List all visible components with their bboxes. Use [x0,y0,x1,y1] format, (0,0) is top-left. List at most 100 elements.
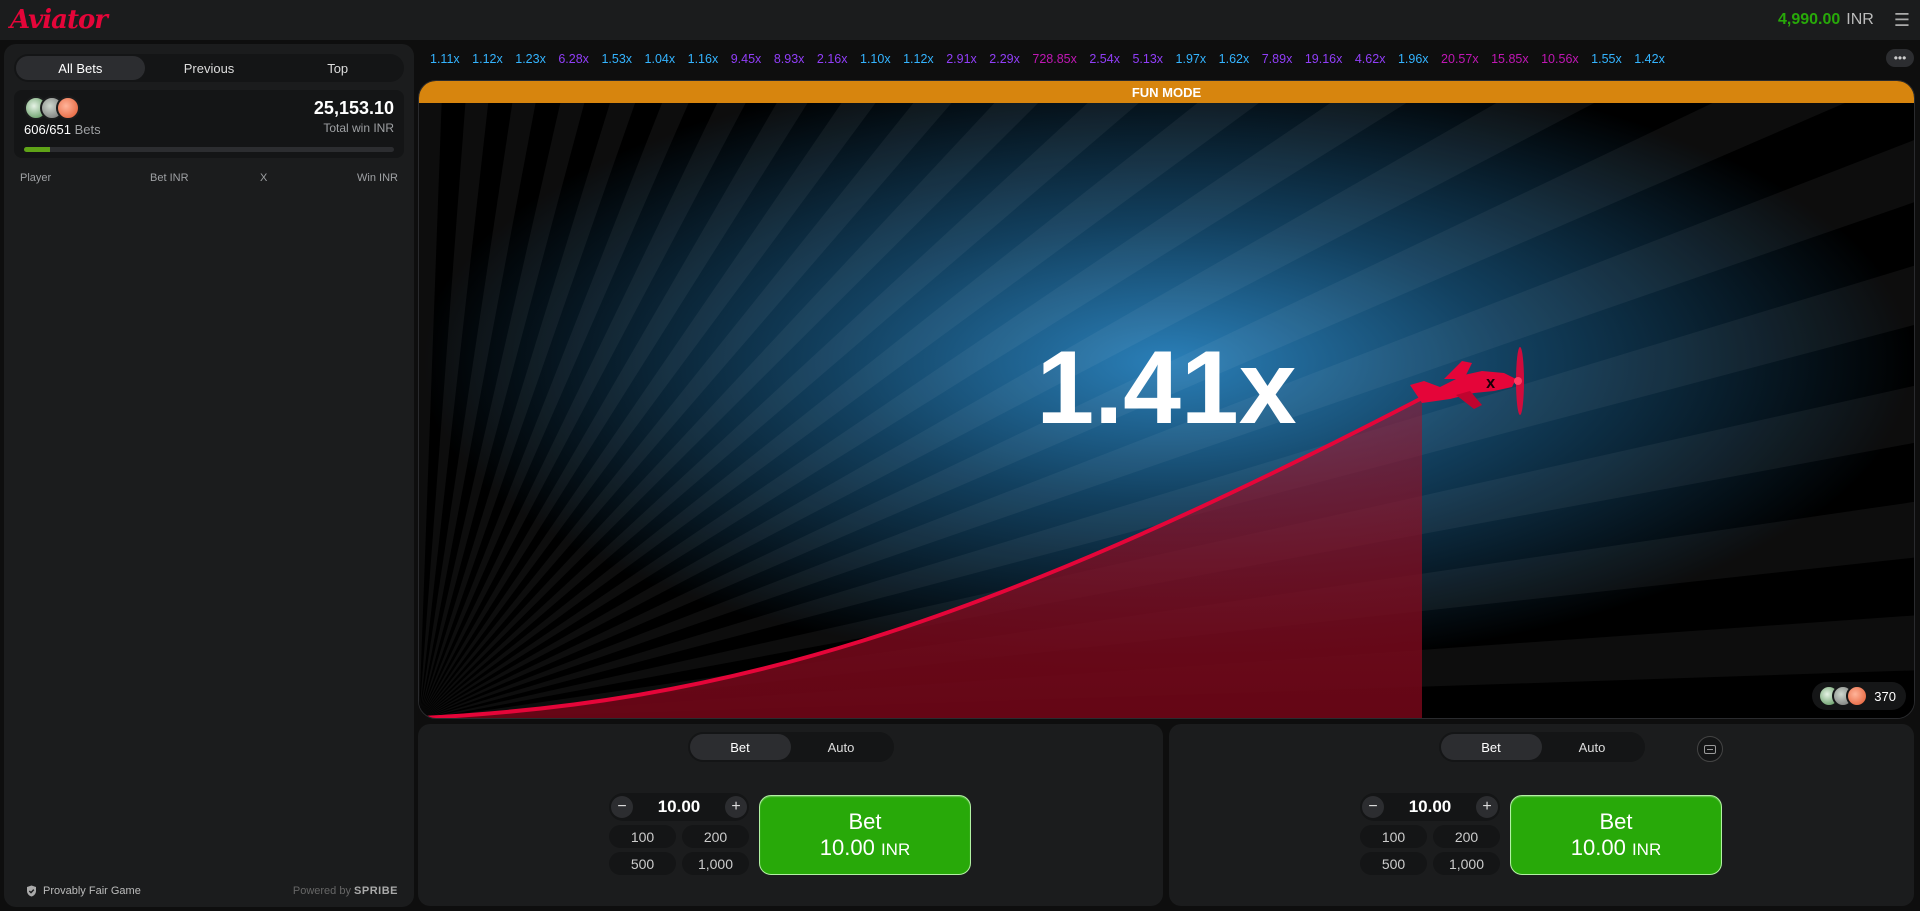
fun-mode-banner: FUN MODE [419,81,1914,103]
tab-previous[interactable]: Previous [145,56,274,80]
bet-button-value: 10.00 [819,835,875,860]
history-multiplier[interactable]: 1.55x [1591,52,1622,66]
history-multiplier[interactable]: 19.16x [1305,52,1343,66]
stake-control: − 10.00 + 100 200 500 1,000 [1360,793,1500,875]
top-bar: Aviator 4,990.00 INR ☰ [0,0,1920,40]
tab-all-bets[interactable]: All Bets [16,56,145,80]
balance-display: 4,990.00 INR ☰ [1778,10,1910,31]
bets-tabs: All Bets Previous Top [14,54,404,82]
history-multiplier[interactable]: 1.23x [515,52,546,66]
minus-icon[interactable]: − [1362,796,1384,818]
minus-icon[interactable]: − [611,796,633,818]
stake-value[interactable]: 10.00 [1409,797,1452,817]
history-multiplier[interactable]: 1.96x [1398,52,1429,66]
bets-count-value: 606/651 [24,122,71,137]
current-multiplier: 1.41x [1036,330,1297,446]
remove-panel-button[interactable] [1697,736,1723,762]
minus-box-icon [1704,744,1716,754]
plus-icon[interactable]: + [724,796,747,818]
bets-table-header: Player Bet INR X Win INR [14,172,404,184]
history-multiplier[interactable]: 6.28x [558,52,589,66]
bet-button-title: Bet [848,809,882,834]
bet-button-title: Bet [1599,809,1633,834]
total-win: 25,153.10 Total win INR [314,98,394,135]
shield-check-icon [27,885,36,897]
history-multiplier[interactable]: 1.11x [430,52,460,66]
provably-fair-link[interactable]: Provably Fair Game [26,885,141,897]
bet-button-amount: 10.00 INR [820,835,910,861]
bets-progress-fill [24,147,50,152]
history-multiplier[interactable]: 2.54x [1089,52,1120,66]
bets-summary: 606/651 Bets 25,153.10 Total win INR [14,90,404,158]
history-multiplier[interactable]: 10.56x [1541,52,1579,66]
bet-button-value: 10.00 [1570,835,1626,860]
col-win: Win INR [357,172,398,184]
hamburger-menu-icon[interactable]: ☰ [1894,10,1910,31]
history-multiplier[interactable]: 1.53x [601,52,632,66]
col-bet: Bet INR [150,172,189,184]
bet-button-currency: INR [1631,840,1662,859]
powered-by-label: Powered by [292,885,351,897]
tab-auto[interactable]: Auto [791,734,892,760]
players-count: 370 [1874,688,1896,704]
place-bet-button[interactable]: Bet 10.00 INR [759,795,971,875]
history-multiplier[interactable]: 9.45x [731,52,762,66]
history-multiplier[interactable]: 1.16x [688,52,719,66]
tab-bet[interactable]: Bet [1440,734,1542,760]
quick-stake-1000[interactable]: 1,000 [682,852,749,875]
tab-auto[interactable]: Auto [1542,734,1643,760]
history-multiplier[interactable]: 1.12x [472,52,503,66]
quick-stake-500[interactable]: 500 [1360,852,1427,875]
history-more-button[interactable]: ••• [1886,49,1914,67]
bet-panel-2: Bet Auto − 10.00 + 100 200 500 1,000 Bet… [1169,724,1914,906]
quick-stake-200[interactable]: 200 [1433,825,1500,848]
multiplier-history: 1.11x 1.12x 1.23x 6.28x 1.53x 1.04x 1.16x 9.45x… [430,48,1920,70]
history-multiplier[interactable]: 1.12x [903,52,934,66]
tab-bet[interactable]: Bet [689,734,791,760]
place-bet-button[interactable]: Bet 10.00 INR [1510,795,1722,875]
history-multiplier[interactable]: 1.42x [1634,52,1665,66]
quick-stake-500[interactable]: 500 [609,852,676,875]
avatar-group [1818,685,1869,707]
provably-fair-label: Provably Fair Game [43,885,141,897]
history-multiplier[interactable]: 1.10x [860,52,891,66]
history-multiplier[interactable]: 728.85x [1032,52,1076,66]
quick-stakes: 100 200 500 1,000 [609,825,749,875]
quick-stake-200[interactable]: 200 [682,825,749,848]
history-multiplier[interactable]: 20.57x [1441,52,1479,66]
total-win-label: Total win INR [323,121,394,135]
history-multiplier[interactable]: 8.93x [774,52,805,66]
bet-mode-tabs: Bet Auto [1438,732,1645,762]
bet-panel-1: Bet Auto − 10.00 + 100 200 500 1,000 Bet… [418,724,1163,906]
stake-value[interactable]: 10.00 [658,797,701,817]
avatar [56,96,80,120]
stake-stepper: − 10.00 + [609,793,749,821]
history-multiplier[interactable]: 15.85x [1491,52,1529,66]
history-multiplier[interactable]: 1.62x [1219,52,1250,66]
powered-by: Powered by SPRIBE [293,885,398,897]
tab-top[interactable]: Top [273,56,402,80]
total-win-value: 25,153.10 [313,98,394,118]
col-x: X [260,172,268,184]
history-multiplier[interactable]: 1.04x [645,52,676,66]
history-multiplier[interactable]: 5.13x [1132,52,1163,66]
quick-stake-100[interactable]: 100 [1360,825,1427,848]
history-multiplier[interactable]: 7.89x [1262,52,1293,66]
left-footer: Provably Fair Game Powered by SPRIBE [26,885,398,897]
history-multiplier[interactable]: 2.91x [946,52,977,66]
history-multiplier[interactable]: 2.29x [989,52,1020,66]
bet-button-amount: 10.00 INR [1571,835,1661,861]
history-multiplier[interactable]: 1.97x [1176,52,1207,66]
quick-stake-100[interactable]: 100 [609,825,676,848]
stake-control: − 10.00 + 100 200 500 1,000 [609,793,749,875]
aviator-logo[interactable]: Aviator [10,5,108,35]
history-multiplier[interactable]: 2.16x [817,52,848,66]
game-canvas: FUN MODE X 1.41x 370 [418,80,1915,719]
quick-stake-1000[interactable]: 1,000 [1433,852,1500,875]
quick-stakes: 100 200 500 1,000 [1360,825,1500,875]
bet-mode-tabs: Bet Auto [687,732,894,762]
plus-icon[interactable]: + [1475,796,1498,818]
bets-panel: All Bets Previous Top 606/651 Bets 25,15… [4,44,414,907]
history-multiplier[interactable]: 4.62x [1355,52,1386,66]
balance-amount: 4,990.00 [1778,11,1841,28]
